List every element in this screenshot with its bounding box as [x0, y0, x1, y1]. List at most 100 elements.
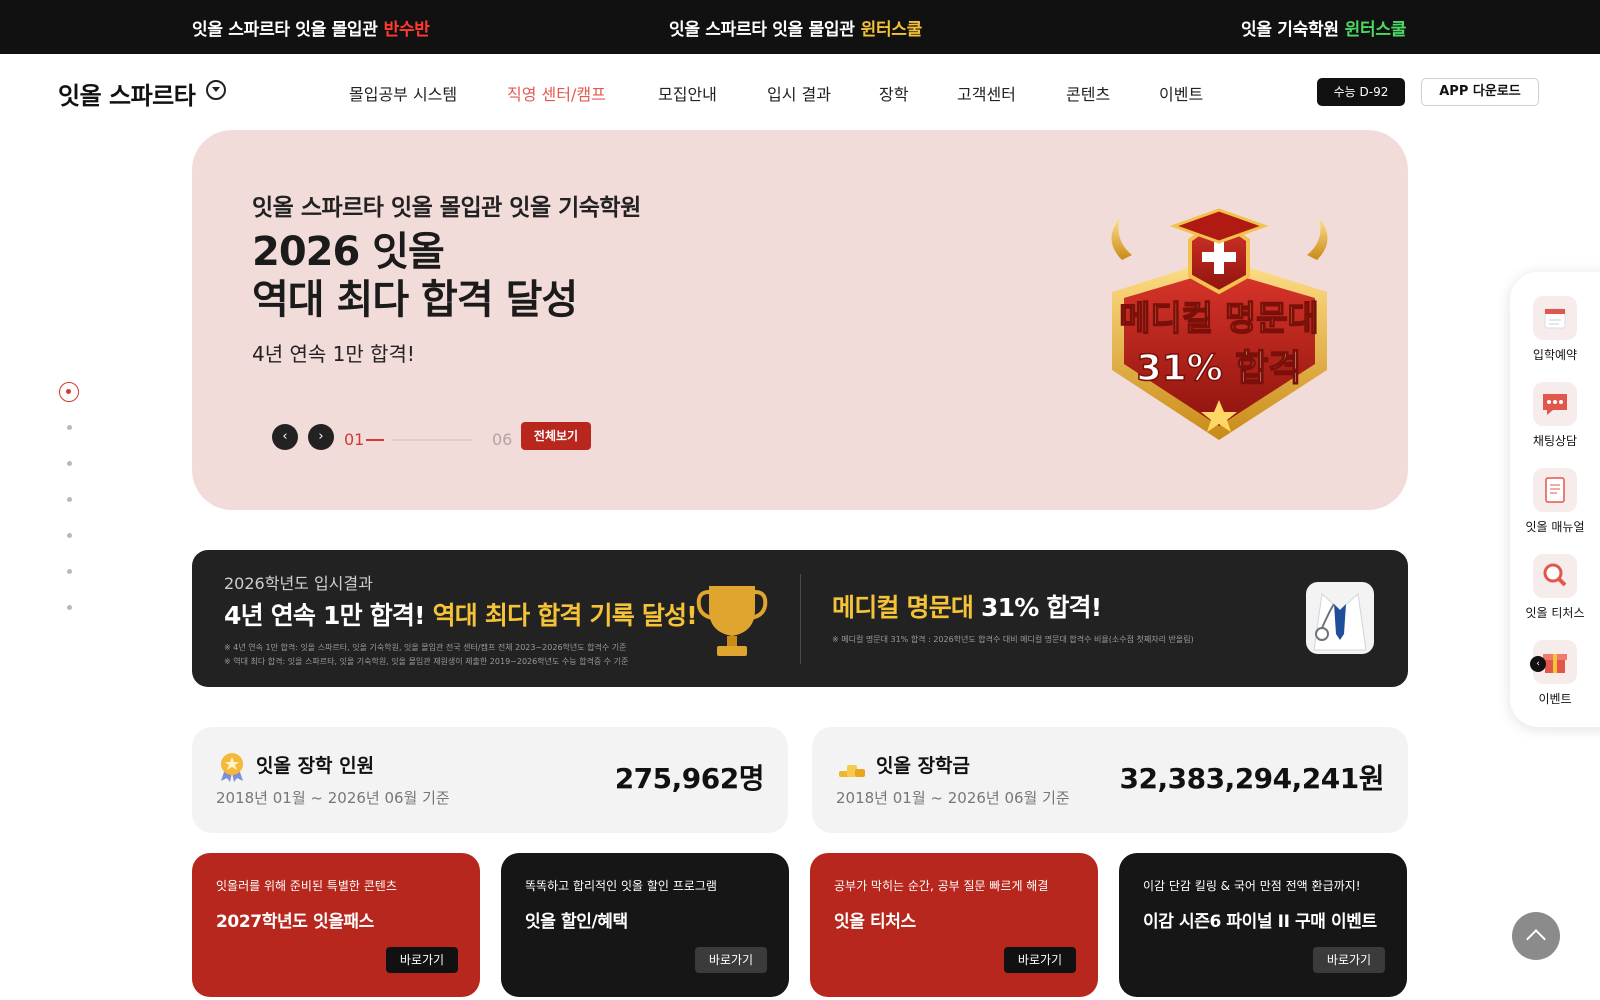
- nav-item-scholarship[interactable]: 장학: [879, 81, 908, 105]
- slide-total-count: 06: [492, 430, 513, 449]
- medical-university-emblem: 메디컬 명문대 31% 합격: [1111, 208, 1328, 440]
- promo-pass-desc: 잇올러를 위해 준비된 특별한 콘텐츠: [216, 879, 397, 893]
- section-dot[interactable]: [67, 569, 72, 574]
- nav-item-events[interactable]: 이벤트: [1159, 81, 1203, 105]
- section-dot[interactable]: [67, 533, 72, 538]
- admission-results-banner[interactable]: 2026학년도 입시결과 4년 연속 1만 합격! 역대 최다 합격 기록 달성…: [192, 550, 1408, 687]
- promo-card-teachers[interactable]: 공부가 막히는 순간, 공부 질문 빠르게 해결 잇올 티처스 바로가기: [810, 853, 1098, 997]
- quick-menu-event[interactable]: 이벤트: [1510, 640, 1600, 707]
- promo-pass-go-button[interactable]: 바로가기: [386, 947, 458, 973]
- section-dot[interactable]: [67, 425, 72, 430]
- promo-igam-desc: 이감 단감 킬링 & 국어 만점 전액 환급까지!: [1143, 879, 1361, 893]
- trophy-icon: [696, 586, 768, 656]
- slide-progress-track: [392, 439, 472, 441]
- nav-item-contents[interactable]: 콘텐츠: [1066, 81, 1110, 105]
- topbar-link-2-label: 잇올 스파르타 잇올 몰입관: [669, 20, 855, 40]
- medical-footnote: ※ 메디컬 명문대 31% 합격 : 2026학년도 합격수 대비 메디컬 명문…: [832, 635, 1194, 644]
- section-dot[interactable]: [67, 605, 72, 610]
- medical-headline-white: 31% 합격!: [981, 593, 1102, 622]
- quick-menu-chat-label: 채팅상담: [1532, 434, 1578, 448]
- promo-card-igam-event[interactable]: 이감 단감 킬링 & 국어 만점 전액 환급까지! 이감 시즌6 파이널 II …: [1119, 853, 1407, 997]
- promo-discount-desc: 똑똑하고 합리적인 잇올 할인 프로그램: [525, 879, 717, 893]
- dday-badge: 수능 D-92: [1317, 78, 1405, 106]
- scholarship-amount-card: 잇올 장학금 2018년 01월 ~ 2026년 06월 기준 32,383,2…: [812, 727, 1408, 833]
- results-headline: 4년 연속 1만 합격! 역대 최다 합격 기록 달성!: [224, 596, 698, 632]
- hero-title-line1: 2026 잇올: [252, 229, 445, 275]
- topbar-link-3-tag: 윈터스쿨: [1344, 20, 1407, 40]
- stat-amount-value: 32,383,294,241원: [1119, 762, 1385, 795]
- chat-icon: [1533, 382, 1577, 426]
- topbar-link-1-label: 잇올 스파르타 잇올 몰입관: [192, 20, 378, 40]
- promo-teachers-go-button[interactable]: 바로가기: [1004, 947, 1076, 973]
- quick-menu-reservation-label: 입학예약: [1532, 348, 1578, 362]
- teacher-search-icon: [1533, 554, 1577, 598]
- nav-item-recruit[interactable]: 모집안내: [658, 81, 717, 105]
- nav-item-support[interactable]: 고객센터: [957, 81, 1016, 105]
- view-all-button[interactable]: 전체보기: [521, 422, 591, 450]
- site-header: 잇올 스파르타 몰입공부 시스템 직영 센터/캠프 모집안내 입시 결과 장학 …: [0, 54, 1600, 130]
- stat-recipients-period: 2018년 01월 ~ 2026년 06월 기준: [216, 789, 450, 807]
- topbar-link-3[interactable]: 잇올 기숙학원 윈터스쿨: [1241, 15, 1406, 40]
- site-logo[interactable]: 잇올 스파르타: [58, 76, 196, 111]
- topbar-link-2[interactable]: 잇올 스파르타 잇올 몰입관 윈터스쿨: [669, 15, 922, 40]
- results-divider: [800, 574, 801, 664]
- promo-teachers-title: 잇올 티처스: [834, 912, 916, 932]
- slide-progress-fill: [366, 439, 384, 441]
- quick-menu-panel: 입학예약 채팅상담 잇올 매뉴얼 잇올 티처스 이벤트 ‹: [1510, 272, 1600, 727]
- medical-headline: 메디컬 명문대 31% 합격!: [832, 588, 1102, 624]
- emblem-line2: 31% 합격: [1137, 348, 1302, 389]
- quick-menu-teachers[interactable]: 잇올 티처스: [1510, 554, 1600, 621]
- stat-amount-label: 잇올 장학금: [876, 755, 971, 777]
- promo-pass-title: 2027학년도 잇올패스: [216, 912, 374, 932]
- section-dot[interactable]: [67, 497, 72, 502]
- medical-headline-yellow: 메디컬 명문대: [832, 593, 974, 622]
- topbar-link-2-tag: 윈터스쿨: [860, 20, 923, 40]
- quick-menu-manual[interactable]: 잇올 매뉴얼: [1510, 468, 1600, 535]
- promo-teachers-desc: 공부가 막히는 순간, 공부 질문 빠르게 해결: [834, 879, 1049, 893]
- nav-item-system[interactable]: 몰입공부 시스템: [349, 81, 457, 105]
- medal-icon: [221, 753, 243, 782]
- hero-title: 2026 잇올 역대 최다 합격 달성: [252, 228, 578, 324]
- hero-brands: 잇올 스파르타 잇올 몰입관 잇올 기숙학원: [252, 195, 641, 221]
- results-footnote-1: ※ 4년 연속 1만 합격: 잇올 스파르타, 잇올 기숙학원, 잇올 몰입관 …: [224, 643, 627, 652]
- topbar-link-1-tag: 반수반: [383, 20, 430, 40]
- promo-discount-title: 잇올 할인/혜택: [525, 912, 628, 932]
- section-dot[interactable]: [67, 461, 72, 466]
- promo-discount-go-button[interactable]: 바로가기: [695, 947, 767, 973]
- slide-prev-button[interactable]: ‹: [272, 424, 298, 450]
- calendar-icon: [1533, 296, 1577, 340]
- topbar-link-1[interactable]: 잇올 스파르타 잇올 몰입관 반수반: [192, 15, 430, 40]
- doctor-coat-icon: [1306, 582, 1374, 654]
- stat-recipients-value: 275,962명: [614, 762, 765, 795]
- hero-title-line2: 역대 최다 합격 달성: [252, 277, 578, 323]
- slide-next-button[interactable]: ›: [308, 424, 334, 450]
- quick-menu-event-label: 이벤트: [1538, 692, 1572, 706]
- nav-item-centers[interactable]: 직영 센터/캠프: [507, 81, 606, 105]
- promo-igam-title: 이감 시즌6 파이널 II 구매 이벤트: [1143, 912, 1377, 932]
- manual-icon: [1533, 468, 1577, 512]
- results-year-label: 2026학년도 입시결과: [224, 574, 373, 593]
- top-announcement-bar: 잇올 스파르타 잇올 몰입관 반수반 잇올 스파르타 잇올 몰입관 윈터스쿨 잇올 …: [0, 0, 1600, 54]
- results-footnote-2: ※ 역대 최다 합격: 잇올 스파르타, 잇올 기숙학원, 잇올 몰입관 재원생…: [224, 657, 629, 666]
- slide-current-index: 01: [344, 430, 365, 449]
- topbar-link-3-label: 잇올 기숙학원: [1241, 20, 1339, 40]
- quick-menu-teachers-label: 잇올 티처스: [1525, 606, 1585, 620]
- results-headline-white: 4년 연속 1만 합격!: [224, 601, 426, 630]
- app-download-button[interactable]: APP 다운로드: [1421, 78, 1539, 106]
- quick-menu-chat[interactable]: 채팅상담: [1510, 382, 1600, 449]
- brand-switch-chevron-icon[interactable]: [206, 80, 226, 100]
- quick-menu-reservation[interactable]: 입학예약: [1510, 296, 1600, 363]
- scholarship-recipients-card: 잇올 장학 인원 2018년 01월 ~ 2026년 06월 기준 275,96…: [192, 727, 788, 833]
- quick-menu-collapse-icon[interactable]: ‹: [1530, 656, 1546, 672]
- promo-card-discount[interactable]: 똑똑하고 합리적인 잇올 할인 프로그램 잇올 할인/혜택 바로가기: [501, 853, 789, 997]
- promo-igam-go-button[interactable]: 바로가기: [1313, 947, 1385, 973]
- nav-item-results[interactable]: 입시 결과: [767, 81, 831, 105]
- stat-recipients-label: 잇올 장학 인원: [256, 755, 375, 777]
- section-dot-active[interactable]: [59, 382, 79, 402]
- quick-menu-manual-label: 잇올 매뉴얼: [1525, 520, 1585, 534]
- hero-subtitle: 4년 연속 1만 합격!: [252, 342, 415, 366]
- scroll-to-top-button[interactable]: [1512, 912, 1560, 960]
- promo-card-pass[interactable]: 잇올러를 위해 준비된 특별한 콘텐츠 2027학년도 잇올패스 바로가기: [192, 853, 480, 997]
- emblem-line1: 메디컬 명문대: [1119, 299, 1319, 339]
- stat-amount-period: 2018년 01월 ~ 2026년 06월 기준: [836, 789, 1070, 807]
